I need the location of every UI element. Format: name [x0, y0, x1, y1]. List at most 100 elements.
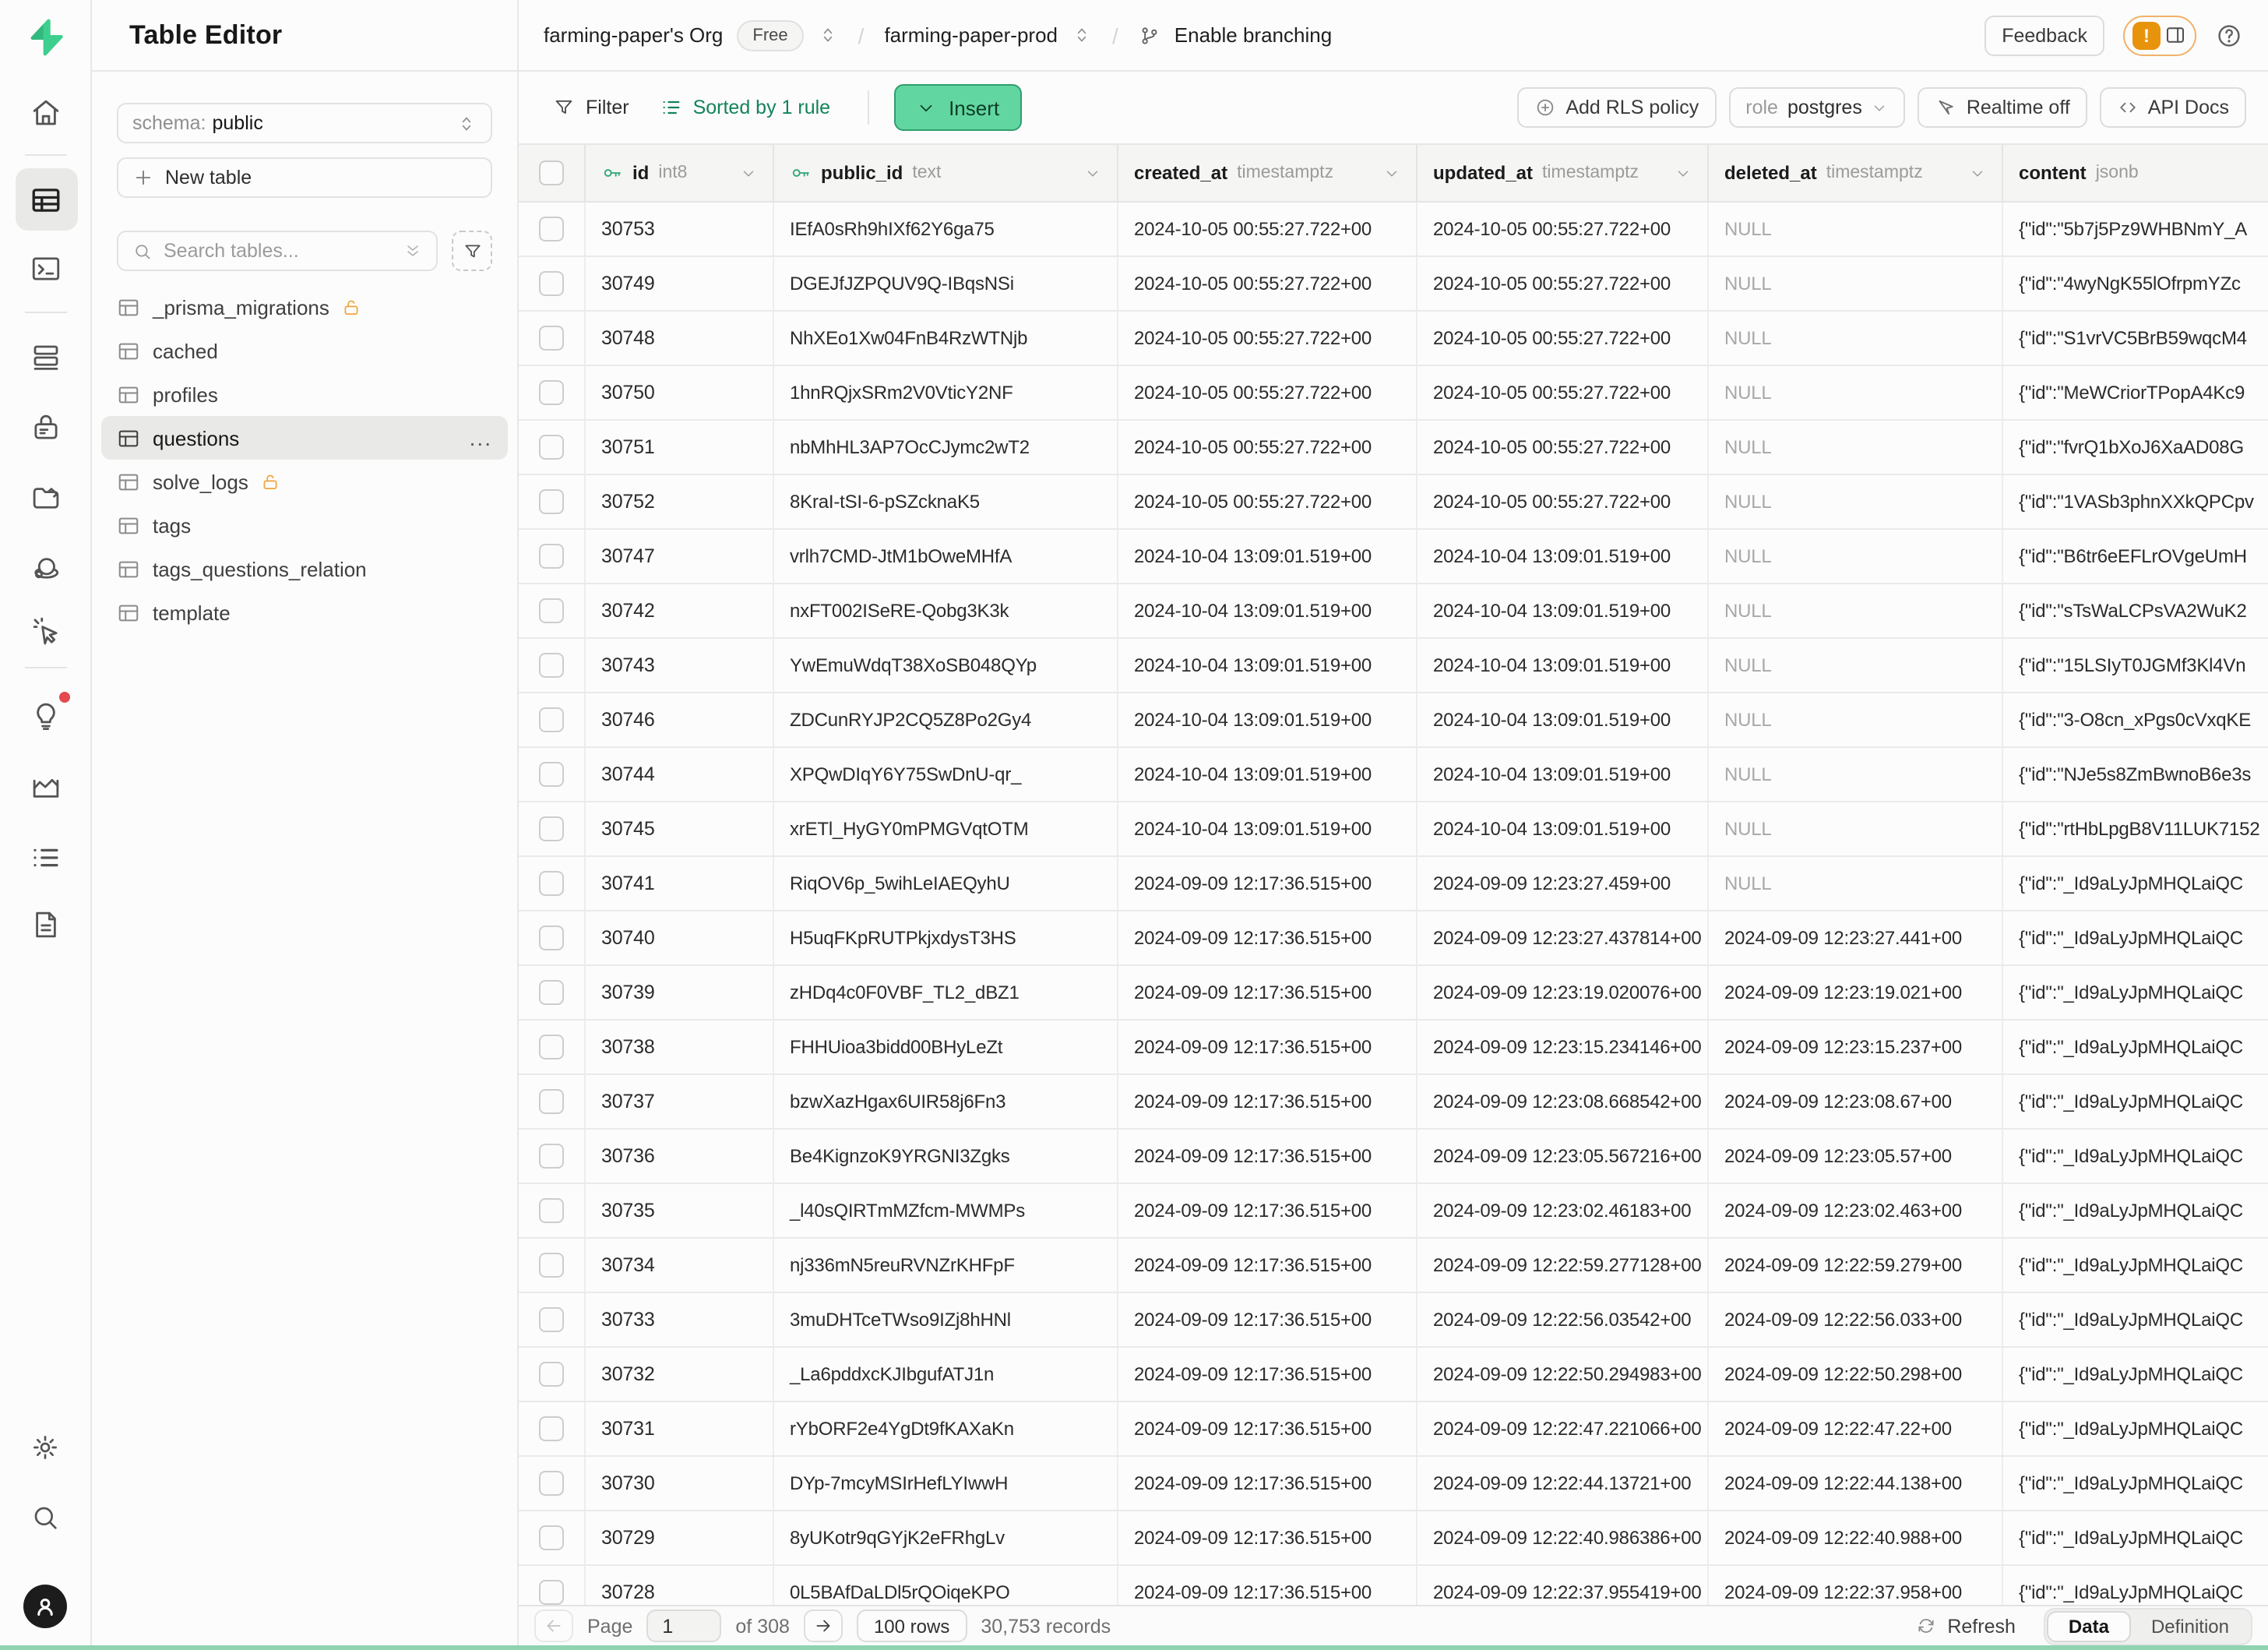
cell-created-at[interactable]: 2024-09-09 12:17:36.515+00 [1118, 911, 1418, 964]
sidebar-item-solve_logs[interactable]: solve_logs [101, 460, 508, 503]
column-header-deleted_at[interactable]: deleted_at timestamptz [1709, 145, 2003, 201]
row-select-cell[interactable] [519, 1075, 586, 1128]
cell-public-id[interactable]: _l40sQIRTmMZfcm-MWMPs [774, 1184, 1118, 1237]
cell-content[interactable]: {"id":"_Id9aLyJpMHQLaiQC [2003, 1348, 2268, 1401]
cell-updated-at[interactable]: 2024-09-09 12:23:27.437814+00 [1418, 911, 1709, 964]
row-checkbox[interactable] [539, 707, 564, 732]
cell-public-id[interactable]: 3muDHTceTWso9IZj8hHNl [774, 1293, 1118, 1346]
cell-updated-at[interactable]: 2024-10-04 13:09:01.519+00 [1418, 748, 1709, 801]
cell-updated-at[interactable]: 2024-10-05 00:55:27.722+00 [1418, 421, 1709, 474]
cell-deleted-at[interactable]: 2024-09-09 12:23:19.021+00 [1709, 966, 2003, 1019]
cell-created-at[interactable]: 2024-10-04 13:09:01.519+00 [1118, 530, 1418, 583]
cell-deleted-at[interactable]: NULL [1709, 693, 2003, 746]
cell-id[interactable]: 30732 [586, 1348, 774, 1401]
row-select-cell[interactable] [519, 748, 586, 801]
row-select-cell[interactable] [519, 1239, 586, 1292]
cell-id[interactable]: 30749 [586, 257, 774, 310]
cell-updated-at[interactable]: 2024-09-09 12:22:59.277128+00 [1418, 1239, 1709, 1292]
cell-content[interactable]: {"id":"fvrQ1bXoJ6XaAD08G [2003, 421, 2268, 474]
rows-per-page-button[interactable]: 100 rows [857, 1609, 967, 1642]
sort-button[interactable]: Sorted by 1 rule [648, 87, 843, 128]
cell-public-id[interactable]: nxFT002ISeRE-Qobg3K3k [774, 584, 1118, 637]
row-checkbox[interactable] [539, 1471, 564, 1496]
cell-updated-at[interactable]: 2024-09-09 12:23:05.567216+00 [1418, 1130, 1709, 1183]
cell-id[interactable]: 30738 [586, 1021, 774, 1074]
cell-content[interactable]: {"id":"sTsWaLCPsVA2WuK2 [2003, 584, 2268, 637]
cell-public-id[interactable]: nj336mN5reuRVNZrKHFpF [774, 1239, 1118, 1292]
column-menu-icon[interactable] [1969, 164, 1986, 182]
row-checkbox[interactable] [539, 1362, 564, 1387]
cell-updated-at[interactable]: 2024-09-09 12:23:15.234146+00 [1418, 1021, 1709, 1074]
cell-updated-at[interactable]: 2024-09-09 12:22:50.294983+00 [1418, 1348, 1709, 1401]
row-checkbox[interactable] [539, 326, 564, 351]
column-header-content[interactable]: content jsonb [2003, 145, 2268, 201]
cell-updated-at[interactable]: 2024-10-04 13:09:01.519+00 [1418, 639, 1709, 692]
cell-created-at[interactable]: 2024-09-09 12:17:36.515+00 [1118, 1566, 1418, 1605]
row-select-cell[interactable] [519, 966, 586, 1019]
cell-id[interactable]: 30742 [586, 584, 774, 637]
cell-content[interactable]: {"id":"1VASb3phnXXkQPCpv [2003, 475, 2268, 528]
search-tables-input[interactable]: Search tables... [117, 231, 438, 271]
cell-deleted-at[interactable]: NULL [1709, 857, 2003, 910]
cell-id[interactable]: 30747 [586, 530, 774, 583]
cell-public-id[interactable]: vrlh7CMD-JtM1bOweMHfA [774, 530, 1118, 583]
enable-branching-button[interactable]: Enable branching [1174, 23, 1332, 47]
row-checkbox[interactable] [539, 816, 564, 841]
tab-definition[interactable]: Definition [2131, 1610, 2249, 1641]
cell-created-at[interactable]: 2024-10-05 00:55:27.722+00 [1118, 312, 1418, 365]
cell-content[interactable]: {"id":"_Id9aLyJpMHQLaiQC [2003, 857, 2268, 910]
settings-gear-icon[interactable] [23, 1426, 67, 1469]
select-all-checkbox[interactable] [539, 160, 564, 185]
reports-icon[interactable] [23, 765, 67, 809]
page-number-input[interactable]: 1 [646, 1609, 721, 1642]
logs-icon[interactable] [23, 835, 67, 879]
cell-deleted-at[interactable]: 2024-09-09 12:22:37.958+00 [1709, 1566, 2003, 1605]
org-switcher-icon[interactable] [818, 25, 838, 45]
cell-id[interactable]: 30748 [586, 312, 774, 365]
row-checkbox[interactable] [539, 1035, 564, 1059]
row-checkbox[interactable] [539, 762, 564, 787]
cell-content[interactable]: {"id":"_Id9aLyJpMHQLaiQC [2003, 1457, 2268, 1510]
cell-id[interactable]: 30733 [586, 1293, 774, 1346]
column-header-updated_at[interactable]: updated_at timestamptz [1418, 145, 1709, 201]
cell-deleted-at[interactable]: NULL [1709, 421, 2003, 474]
cell-public-id[interactable]: nbMhHL3AP7OcCJymc2wT2 [774, 421, 1118, 474]
row-select-cell[interactable] [519, 530, 586, 583]
cell-created-at[interactable]: 2024-10-04 13:09:01.519+00 [1118, 639, 1418, 692]
cell-public-id[interactable]: DGEJfJZPQUV9Q-IBqsNSi [774, 257, 1118, 310]
new-table-button[interactable]: New table [117, 157, 492, 198]
cell-id[interactable]: 30735 [586, 1184, 774, 1237]
cell-content[interactable]: {"id":"_Id9aLyJpMHQLaiQC [2003, 1293, 2268, 1346]
cell-deleted-at[interactable]: 2024-09-09 12:22:59.279+00 [1709, 1239, 2003, 1292]
prev-page-button[interactable] [534, 1609, 573, 1642]
cell-public-id[interactable]: bzwXazHgax6UIR58j6Fn3 [774, 1075, 1118, 1128]
storage-icon[interactable] [23, 475, 67, 519]
column-header-created_at[interactable]: created_at timestamptz [1118, 145, 1418, 201]
row-checkbox[interactable] [539, 435, 564, 460]
cell-created-at[interactable]: 2024-09-09 12:17:36.515+00 [1118, 966, 1418, 1019]
cell-id[interactable]: 30731 [586, 1402, 774, 1455]
row-select-cell[interactable] [519, 911, 586, 964]
advisors-icon[interactable] [23, 693, 67, 737]
cell-updated-at[interactable]: 2024-10-04 13:09:01.519+00 [1418, 802, 1709, 855]
cell-deleted-at[interactable]: NULL [1709, 366, 2003, 419]
cell-public-id[interactable]: FHHUioa3bidd00BHyLeZt [774, 1021, 1118, 1074]
table-editor-icon[interactable] [23, 178, 67, 221]
cell-id[interactable]: 30752 [586, 475, 774, 528]
sidebar-item-template[interactable]: template [101, 591, 508, 634]
row-checkbox[interactable] [539, 217, 564, 242]
cell-deleted-at[interactable]: 2024-09-09 12:23:15.237+00 [1709, 1021, 2003, 1074]
cell-id[interactable]: 30740 [586, 911, 774, 964]
sidebar-item-cached[interactable]: cached [101, 329, 508, 372]
cell-content[interactable]: {"id":"_Id9aLyJpMHQLaiQC [2003, 966, 2268, 1019]
cell-public-id[interactable]: 1hnRQjxSRm2V0VticY2NF [774, 366, 1118, 419]
cell-updated-at[interactable]: 2024-10-05 00:55:27.722+00 [1418, 257, 1709, 310]
row-checkbox[interactable] [539, 380, 564, 405]
cell-id[interactable]: 30744 [586, 748, 774, 801]
row-select-cell[interactable] [519, 421, 586, 474]
cell-content[interactable]: {"id":"_Id9aLyJpMHQLaiQC [2003, 1130, 2268, 1183]
row-select-cell[interactable] [519, 1021, 586, 1074]
cell-content[interactable]: {"id":"MeWCriorTPopA4Kc9 [2003, 366, 2268, 419]
database-icon[interactable] [23, 335, 67, 379]
row-select-cell[interactable] [519, 475, 586, 528]
